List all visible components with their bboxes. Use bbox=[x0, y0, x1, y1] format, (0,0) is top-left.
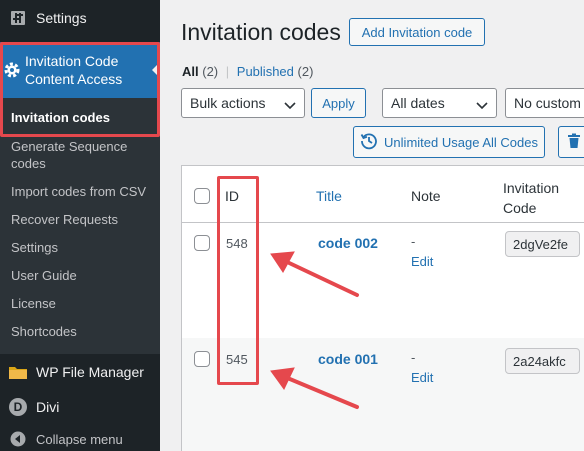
select-all-checkbox[interactable] bbox=[194, 188, 210, 204]
add-invitation-code-button[interactable]: Add Invitation code bbox=[349, 18, 485, 46]
row-note: - bbox=[411, 234, 416, 249]
chevron-down-icon bbox=[284, 98, 296, 114]
chevron-down-icon bbox=[476, 98, 488, 114]
submenu-item-user-guide[interactable]: User Guide bbox=[11, 267, 156, 284]
column-header-title[interactable]: Title bbox=[316, 188, 342, 204]
column-header-invitation-code: Invitation Code bbox=[503, 180, 560, 216]
collapse-menu-button[interactable]: Collapse menu bbox=[0, 426, 160, 451]
highlight-box-id-column bbox=[217, 176, 259, 385]
collapse-menu-label: Collapse menu bbox=[36, 431, 123, 447]
submenu-item-license[interactable]: License bbox=[11, 295, 156, 312]
folder-icon bbox=[0, 364, 36, 380]
submenu-item-settings[interactable]: Settings bbox=[11, 239, 156, 256]
row-edit-link[interactable]: Edit bbox=[411, 370, 433, 385]
settings-sliders-icon bbox=[0, 9, 36, 27]
unlimited-usage-all-codes-button[interactable]: Unlimited Usage All Codes bbox=[353, 126, 545, 158]
trash-icon bbox=[567, 133, 581, 152]
views-separator: | bbox=[225, 64, 230, 79]
custom-filter-select[interactable]: No custom bbox=[505, 88, 584, 118]
divi-logo-icon: D bbox=[0, 398, 36, 416]
view-published[interactable]: Published (2) bbox=[237, 64, 314, 79]
row-title-link[interactable]: code 002 bbox=[318, 235, 378, 251]
bulk-actions-select[interactable]: Bulk actions bbox=[181, 88, 305, 118]
apply-button[interactable]: Apply bbox=[311, 88, 366, 118]
sidebar-item-label: Settings bbox=[36, 10, 87, 26]
sidebar-item-wp-file-manager[interactable]: WP File Manager bbox=[0, 356, 160, 388]
row-invitation-code: 2a24akfc bbox=[505, 348, 580, 374]
sidebar-item-label: WP File Manager bbox=[36, 364, 144, 380]
sidebar-item-settings[interactable]: Settings bbox=[0, 0, 160, 36]
row-checkbox[interactable] bbox=[194, 351, 210, 367]
row-title-link[interactable]: code 001 bbox=[318, 351, 378, 367]
submenu-item-generate-sequence-codes[interactable]: Generate Sequence codes bbox=[11, 138, 156, 172]
sidebar-item-divi[interactable]: D Divi bbox=[0, 390, 160, 424]
dates-filter-select[interactable]: All dates bbox=[382, 88, 497, 118]
row-invitation-code: 2dgVe2fe bbox=[505, 231, 580, 257]
row-edit-link[interactable]: Edit bbox=[411, 254, 433, 269]
history-icon bbox=[360, 132, 378, 153]
status-views: All (2) | Published (2) bbox=[182, 64, 313, 79]
submenu-item-recover-requests[interactable]: Recover Requests bbox=[11, 211, 156, 228]
dates-value: All dates bbox=[391, 95, 445, 111]
unlimited-usage-label: Unlimited Usage All Codes bbox=[384, 134, 538, 150]
collapse-arrow-icon bbox=[0, 431, 36, 447]
submenu-item-shortcodes[interactable]: Shortcodes bbox=[11, 323, 156, 340]
view-all[interactable]: All (2) bbox=[182, 64, 218, 79]
column-header-note: Note bbox=[411, 188, 441, 204]
delete-button[interactable] bbox=[558, 126, 584, 158]
page-title: Invitation codes bbox=[181, 19, 341, 45]
bulk-actions-value: Bulk actions bbox=[190, 95, 266, 111]
submenu-item-import-codes[interactable]: Import codes from CSV bbox=[11, 183, 156, 200]
highlight-box-menu bbox=[0, 42, 160, 137]
sidebar-item-label: Divi bbox=[36, 399, 60, 415]
row-note: - bbox=[411, 350, 416, 365]
row-checkbox[interactable] bbox=[194, 235, 210, 251]
custom-filter-value: No custom bbox=[514, 95, 581, 111]
